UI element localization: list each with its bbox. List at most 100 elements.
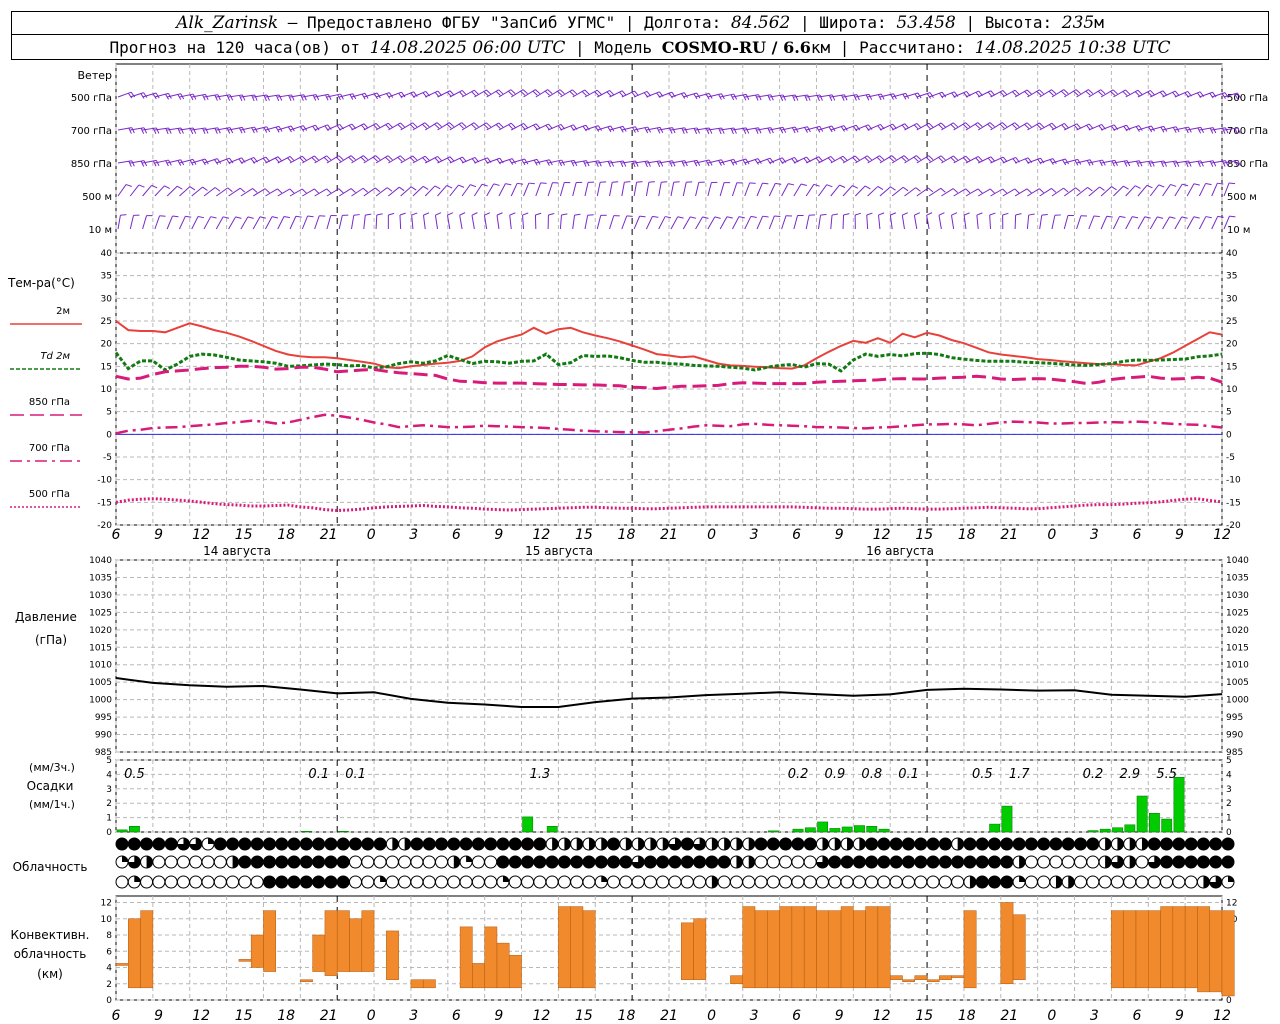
cloud-symbol (594, 837, 608, 851)
cloud-symbol (410, 855, 424, 869)
cloud-symbol (852, 837, 866, 851)
cloud-symbol (127, 837, 141, 851)
wind-barb-feather (498, 89, 504, 95)
conv-bar (1209, 910, 1223, 993)
cloud-fill-full (1197, 838, 1210, 850)
hour-label-temp: 18 (618, 527, 636, 543)
wind-barb-shaft (498, 183, 506, 197)
conv-bar (803, 906, 817, 989)
wind-barb-feather (684, 127, 688, 134)
wind-barb (129, 214, 140, 230)
wind-barb-shaft (609, 182, 613, 197)
cloud-fill-full (1148, 838, 1161, 850)
wind-barb (399, 212, 406, 230)
wind-barb-feather (1051, 122, 1057, 128)
hour-label-temp: 21 (320, 527, 338, 543)
wind-barb-feather (672, 160, 676, 167)
cloud-symbol (594, 855, 608, 869)
cloud-circle (656, 875, 670, 889)
cloud-fill-full (1000, 838, 1013, 850)
wind-barb-shaft (1063, 215, 1069, 230)
wind-barb-shaft (1186, 216, 1195, 230)
wind-barb-feather (326, 188, 332, 194)
wind-barb (1113, 185, 1129, 197)
cloud-fill-half (1129, 838, 1136, 850)
cloud-circle (484, 855, 498, 869)
cloud-fill-full (914, 838, 927, 850)
wind-barb (117, 91, 136, 99)
wind-barb-shaft (977, 188, 991, 197)
precip-total-3h: 0.1 (898, 767, 919, 782)
wind-barb-feather (238, 127, 243, 134)
wind-barb-feather (938, 124, 944, 130)
wind-barb-feather (1149, 90, 1155, 96)
wind-barb-feather (1014, 188, 1020, 194)
cloud-fill-full (791, 838, 804, 850)
conv-bar (902, 979, 916, 982)
cloud-symbol (643, 837, 657, 851)
cloud-fill-full (1197, 856, 1210, 868)
cloud-symbol (766, 837, 780, 851)
cloud-symbol (1209, 837, 1223, 851)
cloud-symbol (201, 855, 215, 869)
precip-panel-ytick-right: 0 (1226, 828, 1232, 838)
cloud-fill-half (453, 856, 460, 868)
wind-barb (129, 184, 145, 197)
wind-barb-feather (326, 155, 332, 161)
wind-barb-feather (498, 122, 504, 128)
cloud-symbol (1024, 837, 1038, 851)
wind-barb-feather (742, 128, 747, 135)
wind-barb-feather (1119, 215, 1126, 219)
cloud-symbol (1037, 875, 1051, 889)
wind-barb-feather (965, 122, 971, 128)
wind-barb-shaft (805, 215, 810, 230)
wind-barb-shaft (351, 155, 364, 164)
cloud-circle (631, 875, 645, 889)
wind-barb-feather (1212, 127, 1217, 134)
cloud-symbol (361, 875, 375, 889)
precip-bar (1087, 830, 1099, 833)
wind-barb-feather (926, 124, 931, 130)
wind-barb (768, 215, 781, 230)
wind-barb-feather (180, 127, 184, 134)
cloud-fill-full (927, 838, 940, 850)
cloud-symbol (877, 855, 891, 869)
cloud-symbol (779, 837, 793, 851)
hour-label-temp: 6 (1132, 527, 1141, 543)
wind-barb-feather (570, 160, 575, 167)
wind-barb-shaft (388, 122, 401, 131)
cloud-symbol (631, 875, 645, 889)
wind-barb-shaft (670, 182, 675, 197)
wind-barb-feather (528, 182, 535, 185)
wind-level-label-right: 700 гПа (1227, 126, 1268, 137)
temp-panel-ytick-right: 20 (1226, 340, 1238, 350)
cloud-circle (570, 875, 584, 889)
cloud-circle (815, 875, 829, 889)
cloud-fill-full (963, 838, 976, 850)
cloud-fill-half (564, 838, 571, 850)
wind-barb (142, 184, 158, 197)
wind-barb-feather (375, 155, 381, 161)
wind-barb-feather (1212, 160, 1217, 167)
wind-barb-shaft (904, 123, 918, 131)
wind-barb (889, 212, 897, 230)
wind-barb-shaft (1125, 216, 1133, 230)
wind-barb-feather (733, 127, 737, 134)
cloud-symbol (361, 855, 375, 869)
cloud-circle (803, 875, 817, 889)
wind-barb (559, 213, 568, 230)
wind-barb-feather (176, 185, 183, 190)
cloud-fill-half (1068, 876, 1075, 888)
cloud-symbol (1098, 855, 1112, 869)
wind-barb-shaft (314, 155, 327, 164)
wind-barb (535, 182, 547, 197)
wind-barb-feather (1063, 187, 1069, 193)
wind-barb-feather (510, 122, 516, 128)
hour-label-conv: 9 (1175, 1008, 1184, 1024)
cloud-fill-full (1185, 856, 1198, 868)
cloud-fill-full (1160, 856, 1173, 868)
cloud-symbol (226, 855, 240, 869)
hour-label-conv: 6 (452, 1008, 461, 1024)
wind-barb (683, 92, 701, 100)
wind-barb-feather (376, 213, 383, 216)
